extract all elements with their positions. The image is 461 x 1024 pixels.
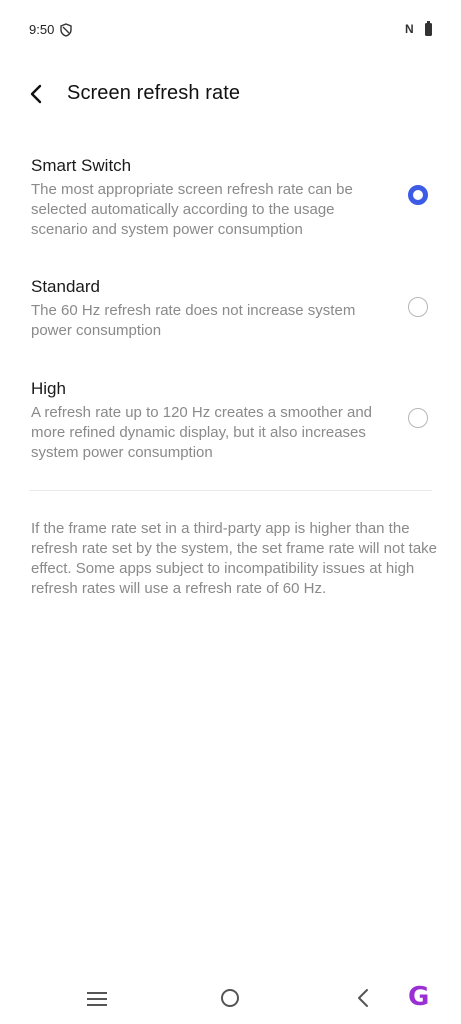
menu-icon[interactable]	[87, 992, 107, 1006]
option-title: Smart Switch	[31, 156, 132, 175]
divider	[29, 490, 432, 491]
option-high[interactable]: High A refresh rate up to 120 Hz creates…	[0, 373, 461, 468]
option-smart-switch[interactable]: Smart Switch The most appropriate screen…	[0, 150, 461, 245]
status-time: 9:50	[29, 22, 55, 37]
option-description: The most appropriate screen refresh rate…	[31, 181, 353, 238]
radio-smart-switch[interactable]	[408, 185, 428, 205]
option-description: The 60 Hz refresh rate does not increase…	[31, 302, 356, 339]
nfc-icon: N	[405, 22, 414, 36]
app-header: Screen refresh rate	[0, 72, 461, 116]
navigation-bar: G	[0, 968, 461, 1024]
option-standard[interactable]: Standard The 60 Hz refresh rate does not…	[0, 271, 461, 346]
radio-standard[interactable]	[408, 297, 428, 317]
status-bar: 9:50 N	[0, 0, 461, 62]
shield-icon	[60, 23, 72, 37]
option-title: High	[31, 379, 66, 398]
option-title: Standard	[31, 277, 100, 296]
back-icon[interactable]	[352, 987, 374, 1009]
home-icon[interactable]	[221, 989, 239, 1007]
chevron-left-icon	[30, 84, 42, 104]
watermark-logo: G	[408, 982, 430, 1012]
page-title: Screen refresh rate	[67, 82, 241, 104]
back-button[interactable]	[22, 80, 50, 108]
battery-icon	[425, 21, 432, 36]
radio-high[interactable]	[408, 408, 428, 428]
option-description: A refresh rate up to 120 Hz creates a sm…	[31, 404, 373, 461]
footnote-text: If the frame rate set in a third-party a…	[31, 520, 438, 597]
